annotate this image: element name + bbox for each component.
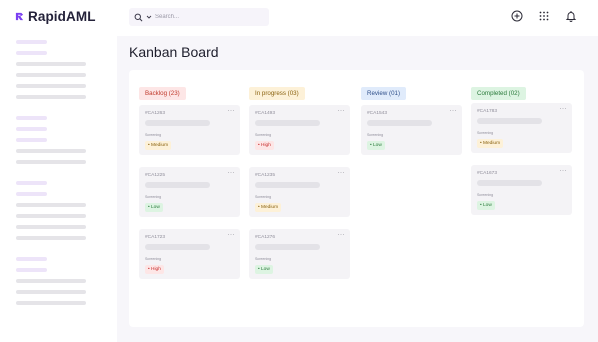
card-id: #CA1723 (145, 235, 166, 240)
kanban-card[interactable]: #CA1235 ··· Screening • Medium (249, 167, 350, 217)
sidebar-item-placeholder[interactable] (16, 181, 47, 185)
priority-badge: • Medium (255, 203, 282, 212)
sidebar-item-placeholder[interactable] (16, 160, 86, 164)
page-title: Kanban Board (129, 44, 219, 60)
sidebar-item-placeholder[interactable] (16, 192, 47, 196)
sidebar-item-placeholder[interactable] (16, 214, 86, 218)
card-stage: Screening (367, 133, 384, 137)
card-stage: Screening (145, 257, 162, 261)
more-options-icon[interactable]: ··· (228, 108, 236, 114)
sidebar-item-placeholder[interactable] (16, 73, 86, 77)
priority-badge: • High (145, 265, 164, 274)
sidebar-item-placeholder[interactable] (16, 268, 47, 272)
card-title-placeholder (255, 244, 320, 250)
sidebar-item-placeholder[interactable] (16, 225, 86, 229)
kanban-column-review: Review (01) (361, 82, 463, 100)
kanban-card[interactable]: #CA1673 ··· Screening • Low (471, 165, 572, 215)
sidebar-item-placeholder[interactable] (16, 279, 86, 283)
card-stage: Screening (477, 131, 494, 135)
more-options-icon[interactable]: ··· (228, 232, 236, 238)
card-id: #CA1543 (367, 111, 388, 116)
card-id: #CA1276 (255, 235, 276, 240)
column-header-review[interactable]: Review (01) (361, 87, 407, 100)
sidebar-item-placeholder[interactable] (16, 138, 47, 142)
bell-icon[interactable] (564, 9, 578, 23)
sidebar-item-placeholder[interactable] (16, 84, 86, 88)
card-id: #CA1673 (477, 171, 498, 176)
column-header-in-progress[interactable]: In progress (03) (249, 87, 305, 100)
card-stage: Screening (477, 193, 494, 197)
header-actions (510, 9, 578, 23)
kanban-card[interactable]: #CA1225 ··· Screening • Low (139, 167, 240, 217)
card-title-placeholder (145, 120, 210, 126)
sidebar-item-placeholder[interactable] (16, 51, 47, 55)
priority-badge: • Low (145, 203, 163, 212)
kanban-card[interactable]: #CA1783 ··· Screening • Medium (471, 103, 572, 153)
kanban-column-backlog: Backlog (23) (139, 82, 241, 100)
card-title-placeholder (255, 120, 320, 126)
app-name: RapidAML (28, 9, 96, 24)
card-title-placeholder (367, 120, 432, 126)
kanban-card[interactable]: #CA1543 ··· Screening • Low (361, 105, 462, 155)
more-options-icon[interactable]: ··· (450, 108, 458, 114)
column-header-backlog[interactable]: Backlog (23) (139, 87, 186, 100)
more-options-icon[interactable]: ··· (338, 232, 346, 238)
sidebar-item-placeholder[interactable] (16, 301, 86, 305)
sidebar (16, 40, 88, 312)
card-title-placeholder (477, 180, 542, 186)
priority-badge: • Low (255, 265, 273, 274)
card-id: #CA1783 (477, 109, 498, 114)
more-options-icon[interactable]: ··· (560, 106, 568, 112)
priority-badge: • Medium (145, 141, 172, 150)
kanban-card[interactable]: #CA1493 ··· Screening • High (249, 105, 350, 155)
logo-icon (15, 12, 24, 21)
sidebar-item-placeholder[interactable] (16, 62, 86, 66)
card-id: #CA1235 (255, 173, 276, 178)
card-stage: Screening (255, 195, 272, 199)
app-logo[interactable]: RapidAML (15, 9, 96, 24)
more-options-icon[interactable]: ··· (560, 168, 568, 174)
sidebar-item-placeholder[interactable] (16, 40, 47, 44)
more-options-icon[interactable]: ··· (228, 170, 236, 176)
sidebar-item-placeholder[interactable] (16, 127, 47, 131)
kanban-card[interactable]: #CA1723 ··· Screening • High (139, 229, 240, 279)
priority-badge: • Low (367, 141, 385, 150)
sidebar-item-placeholder[interactable] (16, 149, 86, 153)
card-stage: Screening (145, 195, 162, 199)
grid-icon[interactable] (537, 9, 551, 23)
card-title-placeholder (145, 244, 210, 250)
more-options-icon[interactable]: ··· (338, 108, 346, 114)
sidebar-item-placeholder[interactable] (16, 95, 86, 99)
priority-badge: • Medium (477, 139, 504, 148)
priority-badge: • Low (477, 201, 495, 210)
sidebar-item-placeholder[interactable] (16, 257, 47, 261)
card-id: #CA1493 (255, 111, 276, 116)
sidebar-item-placeholder[interactable] (16, 116, 47, 120)
column-header-completed[interactable]: Completed (02) (471, 87, 526, 100)
card-stage: Screening (255, 133, 272, 137)
card-title-placeholder (477, 118, 542, 124)
kanban-card[interactable]: #CA1263 ··· Screening • Medium (139, 105, 240, 155)
add-circle-icon[interactable] (510, 9, 524, 23)
kanban-column-in-progress: In progress (03) (249, 82, 351, 100)
card-stage: Screening (255, 257, 272, 261)
kanban-board: Backlog (23) #CA1263 ··· Screening • Med… (129, 70, 584, 327)
search-input[interactable] (155, 14, 255, 20)
search-icon[interactable] (134, 13, 143, 22)
card-stage: Screening (145, 133, 162, 137)
card-title-placeholder (145, 182, 210, 188)
sidebar-item-placeholder[interactable] (16, 290, 86, 294)
card-id: #CA1263 (145, 111, 166, 116)
card-id: #CA1225 (145, 173, 166, 178)
kanban-column-completed: Completed (02) (471, 82, 573, 100)
app-root: RapidAML Search... Kanban Board Backlog … (0, 0, 598, 342)
sidebar-item-placeholder[interactable] (16, 203, 86, 207)
priority-badge: • High (255, 141, 274, 150)
card-title-placeholder (255, 182, 320, 188)
chevron-down-icon[interactable] (146, 14, 152, 20)
more-options-icon[interactable]: ··· (338, 170, 346, 176)
kanban-card[interactable]: #CA1276 ··· Screening • Low (249, 229, 350, 279)
search-bar[interactable] (129, 8, 269, 26)
sidebar-item-placeholder[interactable] (16, 236, 86, 240)
